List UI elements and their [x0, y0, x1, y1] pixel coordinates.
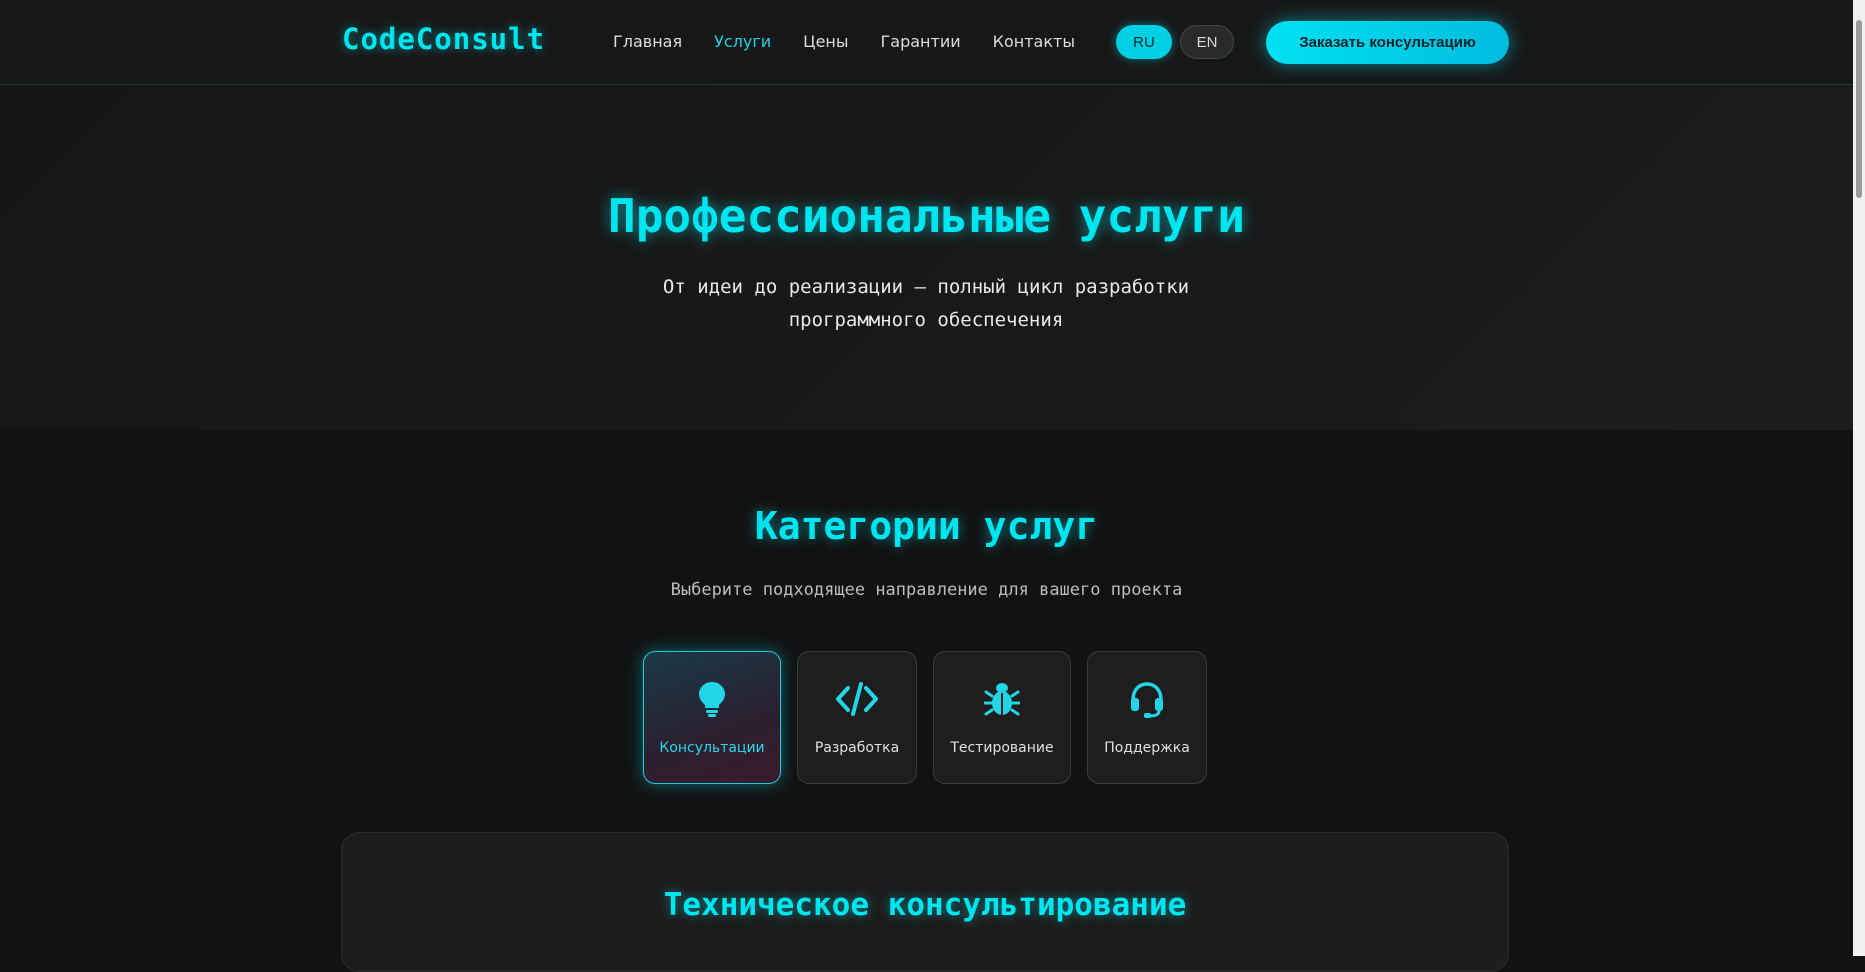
service-detail-title: Техническое консультирование — [663, 887, 1187, 923]
nav-link-contacts[interactable]: Контакты — [993, 32, 1075, 51]
nav-link-guarantees[interactable]: Гарантии — [881, 32, 961, 51]
logo[interactable]: CodeConsult — [342, 22, 545, 56]
categories-title: Категории услуг — [754, 504, 1099, 548]
lightbulb-icon — [644, 680, 780, 718]
nav-link-prices[interactable]: Цены — [803, 32, 848, 51]
page-scrollbar[interactable] — [1853, 0, 1865, 956]
main-nav: Главная Услуги Цены Гарантии Контакты — [613, 32, 1075, 51]
headset-icon — [1088, 680, 1206, 718]
service-detail-card: Техническое консультирование — [341, 832, 1509, 972]
hero-title: Профессиональные услуги — [608, 189, 1245, 243]
scrollbar-thumb[interactable] — [1856, 20, 1862, 198]
category-label: Консультации — [659, 740, 765, 756]
nav-link-services[interactable]: Услуги — [714, 32, 771, 51]
category-label: Разработка — [814, 740, 900, 756]
bug-icon — [934, 680, 1070, 718]
hero-section: Профессиональные услуги От идеи до реали… — [0, 85, 1853, 430]
category-label: Тестирование — [950, 740, 1054, 756]
site-header: CodeConsult Главная Услуги Цены Гарантии… — [0, 0, 1853, 85]
categories-subtitle: Выберите подходящее направление для ваше… — [670, 580, 1183, 600]
category-consulting[interactable]: Консультации — [643, 651, 781, 784]
category-label: Поддержка — [1104, 740, 1190, 756]
nav-link-home[interactable]: Главная — [613, 32, 682, 51]
lang-en-button[interactable]: EN — [1180, 25, 1234, 59]
order-consultation-button[interactable]: Заказать консультацию — [1266, 21, 1509, 64]
category-development[interactable]: Разработка — [797, 651, 917, 784]
hero-subtitle: От идеи до реализации – полный цикл разр… — [662, 276, 1190, 331]
category-support[interactable]: Поддержка — [1087, 651, 1207, 784]
code-icon — [798, 680, 916, 718]
lang-ru-button[interactable]: RU — [1116, 25, 1172, 59]
category-testing[interactable]: Тестирование — [933, 651, 1071, 784]
